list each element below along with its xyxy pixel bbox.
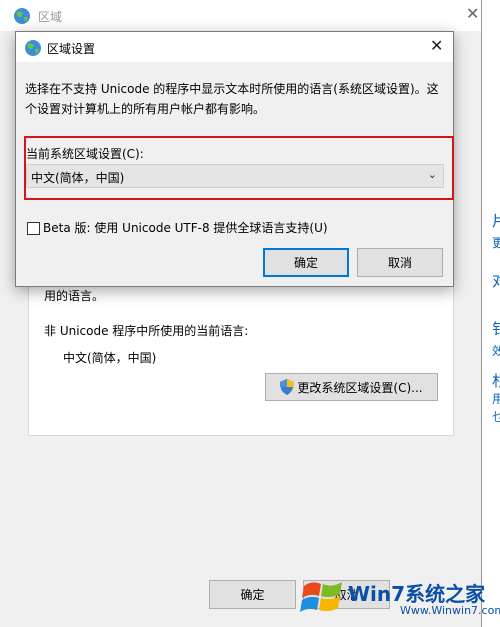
window-title: 区域 (38, 10, 63, 24)
non-unicode-label: 非 Unicode 程序中所使用的当前语言: (44, 324, 249, 338)
watermark-url: Www.Winwin7.com (400, 604, 500, 617)
bg-glyph: 杉 (492, 372, 500, 390)
locale-value: 中文(简体，中国) (31, 171, 125, 185)
dialog-title: 区域设置 (47, 42, 96, 56)
partial-text: 用的语言。 (44, 289, 105, 303)
change-button-label: 更改系统区域设置(C)... (297, 380, 423, 395)
windows-logo-icon (300, 582, 342, 612)
bg-glyph: 对 (492, 272, 500, 290)
beta-utf8-checkbox[interactable] (27, 222, 40, 235)
bg-glyph: 乜 (492, 410, 500, 424)
dialog-cancel-button[interactable]: 取消 (357, 248, 443, 277)
bg-glyph: 更 (492, 236, 500, 250)
region-window-titlebar: 区域 ✕ (0, 0, 481, 31)
ok-button[interactable]: 确定 (209, 580, 296, 609)
close-icon[interactable]: ✕ (430, 36, 443, 55)
region-settings-dialog: 区域设置 ✕ 选择在不支持 Unicode 的程序中显示文本时所使用的语言(系统… (15, 31, 454, 287)
shield-icon (280, 379, 295, 395)
close-icon[interactable]: ✕ (466, 4, 479, 23)
dialog-description: 选择在不支持 Unicode 的程序中显示文本时所使用的语言(系统区域设置)。这… (25, 82, 439, 116)
watermark-brand: Win7系统之家 (348, 582, 486, 606)
bg-glyph: 片 (492, 212, 500, 230)
globe-icon (14, 8, 30, 24)
chevron-down-icon: ⌄ (427, 168, 437, 181)
change-system-locale-button[interactable]: 更改系统区域设置(C)... (265, 373, 438, 401)
dialog-ok-label: 确定 (293, 256, 318, 270)
current-language-value: 中文(简体，中国) (63, 351, 157, 365)
locale-label: 当前系统区域设置(C): (26, 147, 144, 161)
dialog-ok-button[interactable]: 确定 (263, 248, 349, 277)
watermark-logo: Win7系统之家 Www.Winwin7.com (296, 572, 500, 624)
globe-icon (25, 40, 41, 56)
ok-label: 确定 (240, 588, 265, 602)
system-locale-select[interactable]: 中文(简体，中国) ⌄ (26, 164, 444, 188)
bg-glyph: 钅 (492, 320, 500, 338)
dialog-cancel-label: 取消 (387, 256, 412, 270)
beta-utf8-label[interactable]: Beta 版: 使用 Unicode UTF-8 提供全球语言支持(U) (43, 219, 328, 236)
bg-glyph: 用 (492, 392, 500, 406)
dialog-titlebar: 区域设置 ✕ (16, 32, 453, 62)
bg-glyph: 效 (492, 344, 500, 358)
